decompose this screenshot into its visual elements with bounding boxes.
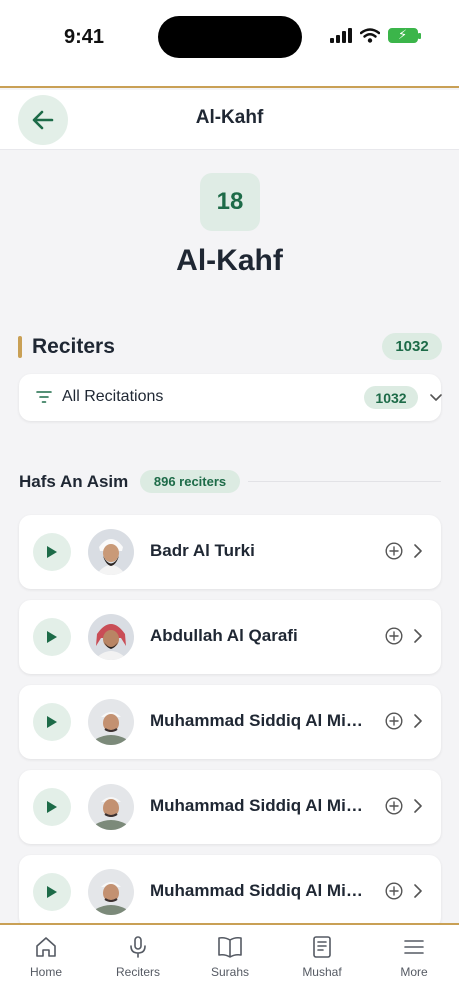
reciters-count-badge: 1032 [382, 333, 442, 360]
chevron-down-icon [430, 394, 442, 401]
reciter-avatar [88, 614, 134, 660]
status-icons: ⚡ [330, 27, 421, 43]
home-icon [36, 937, 56, 957]
document-icon [313, 936, 331, 958]
filter-count-badge: 1032 [364, 386, 418, 409]
play-button[interactable] [33, 703, 71, 741]
reciter-name: Muhammad Siddiq Al Minshawi [150, 711, 365, 730]
add-circle-icon[interactable] [385, 797, 403, 815]
section-accent-bar [18, 336, 22, 358]
reciter-card[interactable]: Muhammad Siddiq Al Minshawi [19, 855, 441, 929]
tab-reciters[interactable]: Reciters [92, 935, 184, 979]
filter-label: All Recitations [62, 388, 164, 405]
tab-mushaf[interactable]: Mushaf [276, 935, 368, 979]
surah-name: Al-Kahf [176, 244, 283, 277]
tab-surahs[interactable]: Surahs [184, 935, 276, 979]
page-title: Al-Kahf [195, 107, 264, 128]
play-button[interactable] [33, 873, 71, 911]
reciter-name: Abdullah Al Qarafi [150, 626, 298, 645]
dynamic-island [158, 16, 302, 58]
filter-icon [36, 391, 52, 403]
play-icon [47, 886, 57, 898]
tab-label: Home [29, 965, 62, 979]
signal-icon [330, 28, 352, 43]
tab-label: Mushaf [302, 965, 342, 979]
battery-charging-icon: ⚡ [388, 27, 421, 43]
play-icon [47, 546, 57, 558]
reciter-name: Muhammad Siddiq Al Minshawi [150, 796, 365, 815]
add-circle-icon[interactable] [385, 712, 403, 730]
reciter-avatar [88, 699, 134, 745]
reciter-avatar [88, 869, 134, 915]
chevron-right-icon [414, 884, 422, 898]
chevron-right-icon [414, 629, 422, 643]
chevron-right-icon [414, 714, 422, 728]
tab-label: More [400, 965, 428, 979]
tab-more[interactable]: More [368, 935, 459, 979]
play-button[interactable] [33, 618, 71, 656]
add-circle-icon[interactable] [385, 882, 403, 900]
microphone-icon [130, 936, 146, 958]
bottom-tab-bar: Home Reciters Surahs Mushaf More [0, 923, 459, 999]
play-icon [47, 801, 57, 813]
status-bar: 9:41 ⚡ [0, 0, 459, 88]
chevron-right-icon [414, 799, 422, 813]
surah-number-badge: 18 [200, 173, 260, 231]
book-open-icon [218, 936, 242, 958]
status-time: 9:41 [64, 26, 105, 48]
reciter-name: Muhammad Siddiq Al Minshawi [150, 881, 365, 900]
tab-label: Surahs [210, 965, 250, 979]
section-title-reciters: Reciters [32, 335, 115, 358]
play-button[interactable] [33, 533, 71, 571]
reciter-name: Badr Al Turki [150, 541, 255, 560]
add-circle-icon[interactable] [385, 627, 403, 645]
tab-home[interactable]: Home [0, 935, 92, 979]
play-button[interactable] [33, 788, 71, 826]
reciter-avatar [88, 529, 134, 575]
tab-label: Reciters [115, 965, 160, 979]
reciter-card[interactable]: Abdullah Al Qarafi [19, 600, 441, 674]
play-icon [47, 716, 57, 728]
add-circle-icon[interactable] [385, 542, 403, 560]
menu-icon [404, 940, 424, 954]
riwayah-count-badge: 896 reciters [140, 470, 240, 493]
play-icon [47, 631, 57, 643]
recitation-filter-dropdown[interactable]: All Recitations 1032 [19, 374, 442, 421]
reciter-card[interactable]: Muhammad Siddiq Al Minshawi [19, 685, 441, 759]
chevron-right-icon [414, 544, 422, 558]
riwayah-group-title: Hafs An Asim [19, 472, 129, 491]
reciter-avatar [88, 784, 134, 830]
reciter-card[interactable]: Badr Al Turki [19, 515, 441, 589]
wifi-icon [360, 28, 380, 43]
divider [248, 481, 441, 482]
nav-header: Al-Kahf [0, 90, 459, 150]
reciter-card[interactable]: Muhammad Siddiq Al Minshawi [19, 770, 441, 844]
